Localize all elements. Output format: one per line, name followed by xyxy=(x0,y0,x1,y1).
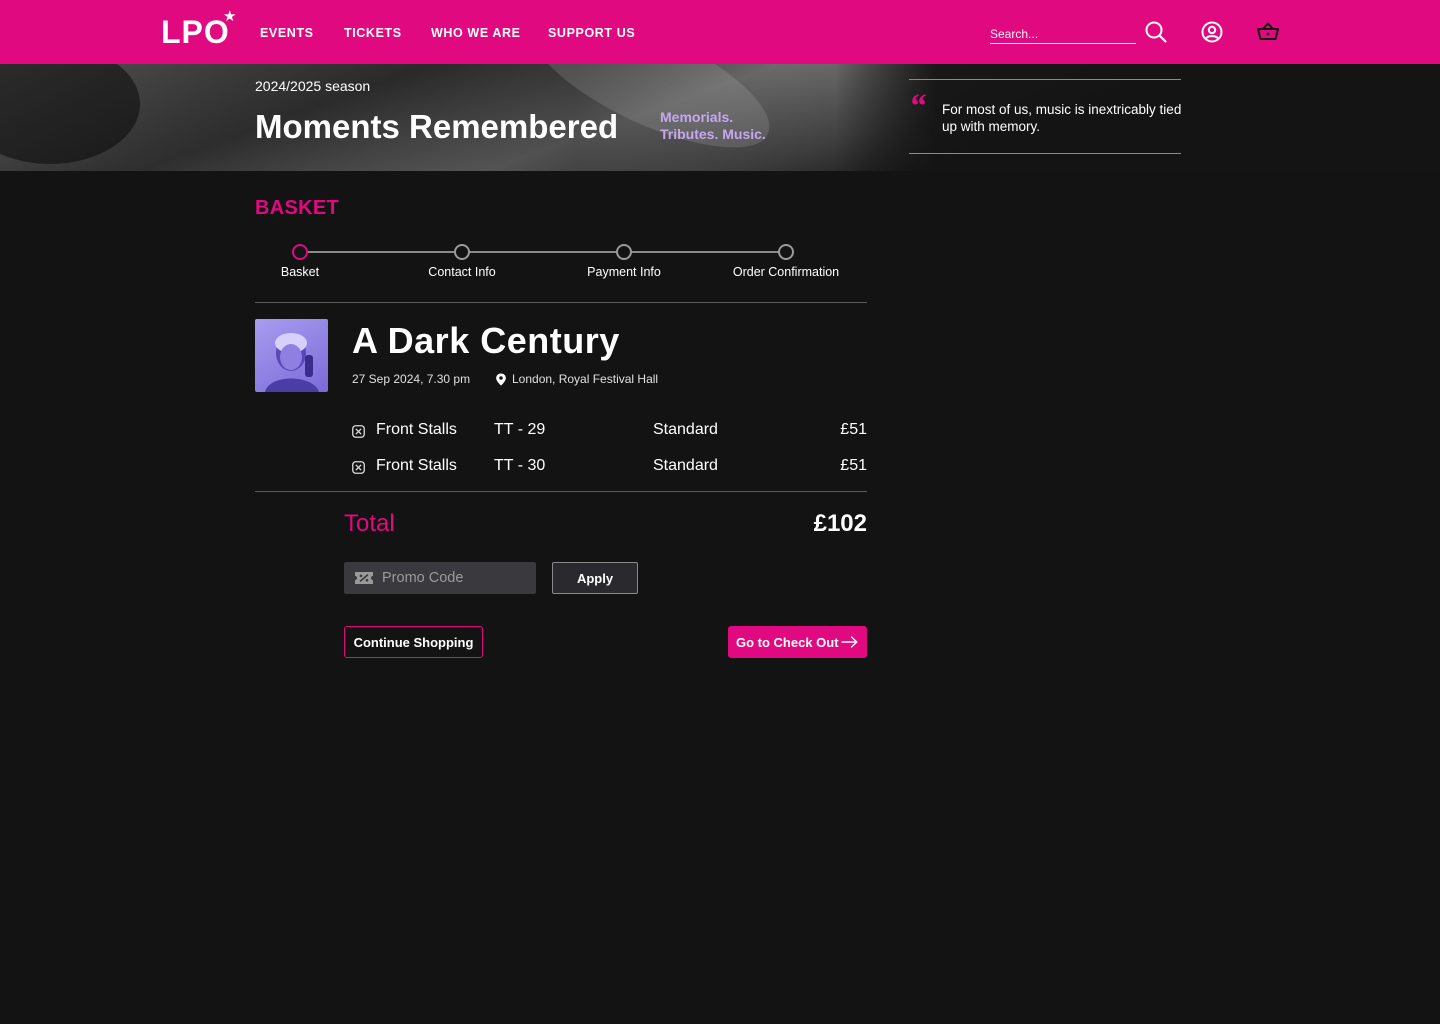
step-dot-order-confirmation xyxy=(778,244,794,260)
nav-link-tickets[interactable]: TICKETS xyxy=(344,25,402,41)
remove-ticket-icon[interactable] xyxy=(352,461,365,474)
nav-link-events[interactable]: EVENTS xyxy=(260,25,314,41)
stepper-line xyxy=(300,251,786,253)
event-date: 27 Sep 2024, 7.30 pm xyxy=(352,372,471,386)
search-field xyxy=(990,22,1136,44)
promo-code-field xyxy=(344,562,536,594)
tagline-line-2: Tributes. Music. xyxy=(660,126,766,142)
logo-star-icon: ★ xyxy=(223,8,237,25)
ticket-seat: TT - 29 xyxy=(494,421,546,438)
hero-quote: “ For most of us, music is inextricably … xyxy=(909,79,1181,154)
tagline-line-1: Memorials. xyxy=(660,109,734,125)
nav-link-support-us[interactable]: SUPPORT US xyxy=(548,25,635,41)
ticket-row: Front Stalls TT - 29 Standard £51 xyxy=(352,421,867,441)
ticket-price: £51 xyxy=(840,421,867,438)
basket-heading: BASKET xyxy=(255,197,340,219)
ticket-section: Front Stalls xyxy=(376,421,457,438)
hero-image-shade xyxy=(0,64,140,164)
total-value: £102 xyxy=(813,510,867,537)
step-label-order-confirmation: Order Confirmation xyxy=(732,265,840,279)
search-input[interactable] xyxy=(990,22,1136,42)
coupon-icon xyxy=(355,572,373,584)
remove-ticket-icon[interactable] xyxy=(352,425,365,438)
location-pin-icon xyxy=(496,373,506,386)
continue-shopping-button[interactable]: Continue Shopping xyxy=(344,626,483,658)
checkout-button[interactable]: Go to Check Out xyxy=(728,626,867,658)
quote-text: For most of us, music is inextricably ti… xyxy=(942,102,1182,134)
arrow-right-icon xyxy=(841,636,858,648)
basket-icon[interactable] xyxy=(1256,20,1280,44)
ticket-section: Front Stalls xyxy=(376,457,457,474)
event-thumbnail[interactable] xyxy=(255,319,328,392)
ticket-type: Standard xyxy=(653,457,718,474)
step-label-payment-info: Payment Info xyxy=(587,265,661,279)
event-venue: London, Royal Festival Hall xyxy=(512,372,659,386)
ticket-price: £51 xyxy=(840,457,867,474)
ticket-seat: TT - 30 xyxy=(494,457,546,474)
total-label: Total xyxy=(344,510,395,537)
step-dot-contact-info xyxy=(454,244,470,260)
lpo-logo[interactable]: LPO xyxy=(161,14,230,50)
quote-mark-icon: “ xyxy=(909,88,926,125)
top-nav: LPO ★ EVENTS TICKETS WHO WE ARE SUPPORT … xyxy=(0,0,1440,64)
step-dot-basket xyxy=(292,244,308,260)
performer-portrait xyxy=(265,333,319,392)
apply-promo-button[interactable]: Apply xyxy=(552,562,638,594)
ticket-type: Standard xyxy=(653,421,718,438)
ticket-row: Front Stalls TT - 30 Standard £51 xyxy=(352,457,867,477)
promo-code-input[interactable] xyxy=(382,562,532,594)
account-icon[interactable] xyxy=(1200,20,1224,44)
hero-title: Moments Remembered xyxy=(255,108,619,145)
nav-link-who-we-are[interactable]: WHO WE ARE xyxy=(431,25,521,41)
search-icon[interactable] xyxy=(1144,20,1168,44)
step-dot-payment-info xyxy=(616,244,632,260)
step-label-contact-info: Contact Info xyxy=(428,265,496,279)
step-label-basket: Basket xyxy=(280,265,320,279)
season-label: 2024/2025 season xyxy=(255,78,371,94)
checkout-button-label: Go to Check Out xyxy=(736,634,839,650)
event-title[interactable]: A Dark Century xyxy=(352,320,620,362)
divider-top xyxy=(255,302,867,303)
divider-bottom xyxy=(255,491,867,492)
hero-tagline: Memorials. Tributes. Music. xyxy=(660,109,766,143)
